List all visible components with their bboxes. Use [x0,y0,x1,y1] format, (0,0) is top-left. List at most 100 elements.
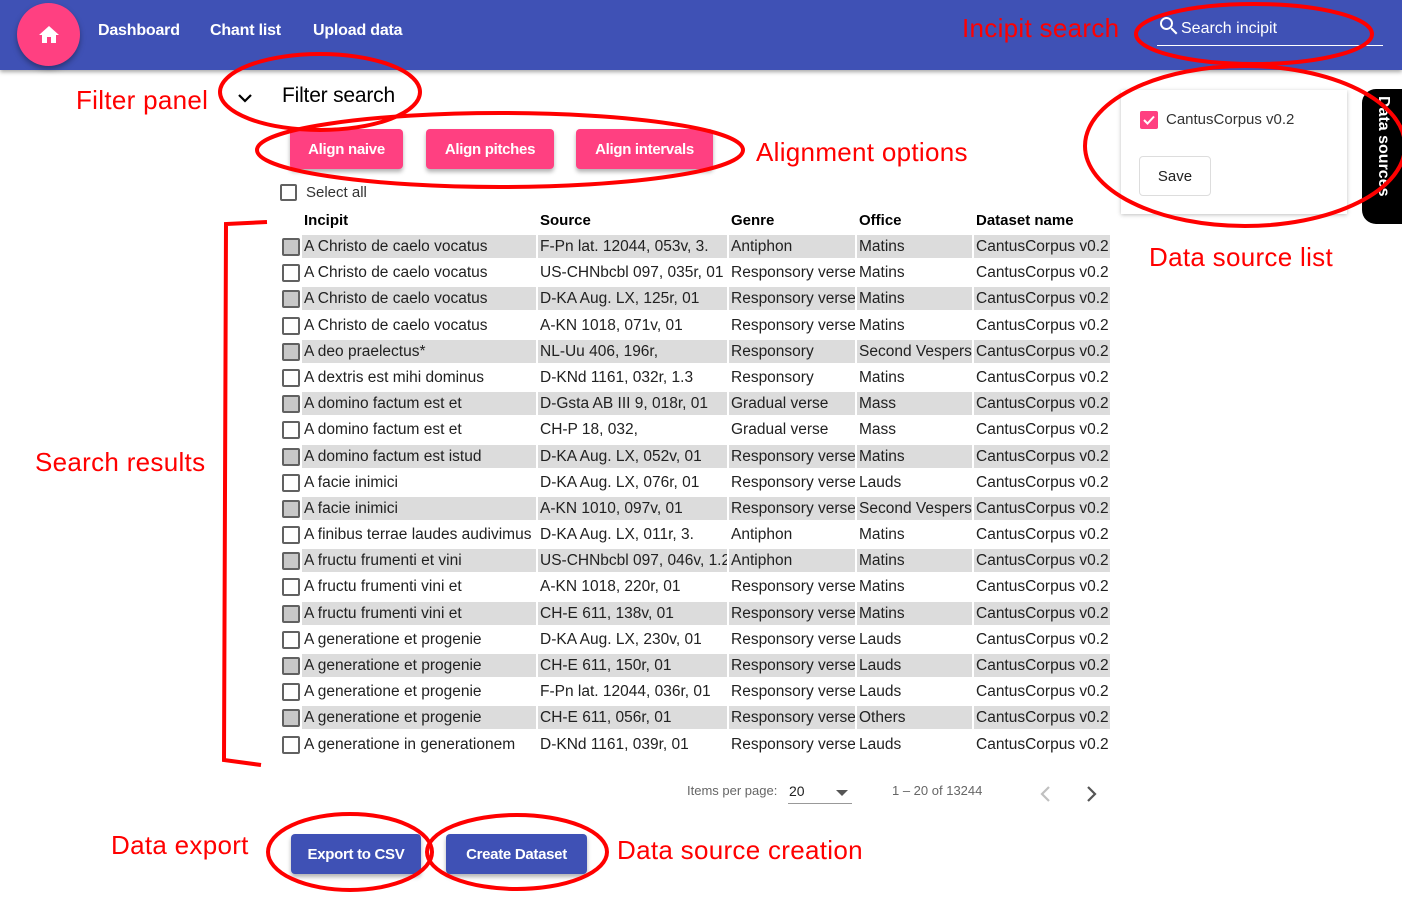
row-checkbox[interactable] [282,342,300,361]
table-row[interactable]: A Christo de caelo vocatus US-CHNbcbl 097… [280,260,1110,286]
table-row[interactable]: A Christo de caelo vocatus D-KA Aug. LX, … [280,286,1110,312]
cell-source: CH-P 18, 032, [540,421,638,439]
cell-dataset-name: CantusCorpus v0.2 [974,496,1110,520]
cell-source: D-Gsta AB III 9, 018r, 01 [538,392,727,416]
cell-office: Lauds [859,735,902,753]
cell-incipit: A finibus terrae laudes audivimus [304,526,532,544]
row-checkbox[interactable] [282,604,300,623]
table-header: Incipit Source Genre Office Dataset name [280,210,1110,234]
select-all-checkbox[interactable] [280,184,297,201]
row-checkbox[interactable] [282,499,300,518]
row-checkbox[interactable] [282,395,300,414]
create-dataset-button[interactable]: Create Dataset [446,834,587,874]
cell-incipit: A dextris est mihi dominus [304,368,485,386]
row-checkbox[interactable] [282,473,300,492]
table-row[interactable]: A facie inimici A-KN 1010, 097v, 01 Respon… [280,496,1110,522]
cell-source: F-Pn lat. 12044, 053v, 3. [538,235,727,258]
chevron-left-icon[interactable] [1039,785,1053,803]
save-sources-button[interactable]: Save [1139,156,1211,196]
row-checkbox[interactable] [282,578,300,597]
filter-search-title[interactable]: Filter search [282,84,395,108]
row-checkbox[interactable] [282,526,300,545]
row-checkbox[interactable] [282,630,300,649]
row-checkbox[interactable] [282,657,300,675]
table-row[interactable]: A fructu frumenti et vini US-CHNbcbl 097,… [280,548,1110,574]
row-checkbox[interactable] [282,421,300,440]
cell-genre: Responsory verse [731,630,855,648]
incipit-search-box [1157,12,1383,46]
table-row[interactable]: A generatione et progenie D-KA Aug. LX, 2… [280,627,1110,653]
home-button[interactable] [17,3,80,66]
results-table: Incipit Source Genre Office Dataset name… [280,210,1110,758]
table-row[interactable]: A fructu frumenti vini et A-KN 1018, 220r… [280,574,1110,600]
table-row[interactable]: A fructu frumenti vini et CH-E 611, 138v,… [280,601,1110,627]
column-header-dataset-name[interactable]: Dataset name [976,212,1074,229]
cell-genre: Responsory verse [729,496,855,520]
row-checkbox[interactable] [282,264,300,283]
table-row[interactable]: A facie inimici D-KA Aug. LX, 076r, 01 Res… [280,470,1110,496]
cell-incipit: A facie inimici [302,496,536,520]
align-intervals-button[interactable]: Align intervals [576,129,713,169]
column-header-office[interactable]: Office [859,212,902,229]
cell-dataset-name: CantusCorpus v0.2 [974,339,1110,363]
cell-source: A-KN 1010, 097v, 01 [538,496,727,520]
nav-chant-list[interactable]: Chant list [210,22,281,40]
table-row[interactable]: A domino factum est et CH-P 18, 032, Gradu… [280,417,1110,443]
row-checkbox[interactable] [282,238,300,256]
cell-genre: Responsory verse [731,578,855,596]
cell-office: Matins [857,287,972,311]
table-row[interactable]: A finibus terrae laudes audivimus D-KA Au… [280,522,1110,548]
cell-office: Matins [859,264,905,282]
column-header-incipit[interactable]: Incipit [304,212,348,229]
row-checkbox[interactable] [282,709,300,728]
export-csv-button[interactable]: Export to CSV [291,834,421,874]
cell-genre: Responsory [731,368,814,386]
cell-source: CH-E 611, 056r, 01 [538,706,727,730]
align-naive-button[interactable]: Align naive [290,129,403,169]
incipit-search-input[interactable] [1181,20,1381,38]
row-checkbox[interactable] [282,447,300,466]
cell-dataset-name: CantusCorpus v0.2 [974,235,1110,258]
cell-dataset-name: CantusCorpus v0.2 [976,683,1109,701]
table-row[interactable]: A generatione et progenie F-Pn lat. 12044… [280,679,1110,705]
table-row[interactable]: A Christo de caelo vocatus F-Pn lat. 1204… [280,234,1110,260]
cell-incipit: A Christo de caelo vocatus [304,264,488,282]
table-row[interactable]: A domino factum est istud D-KA Aug. LX, 0… [280,444,1110,470]
column-header-source[interactable]: Source [540,212,591,229]
cell-genre: Gradual verse [731,421,829,439]
table-row[interactable]: A domino factum est et D-Gsta AB III 9, 0… [280,391,1110,417]
table-row[interactable]: A generatione et progenie CH-E 611, 056r,… [280,705,1110,731]
table-row[interactable]: A generatione in generationem D-KNd 1161,… [280,732,1110,758]
cell-dataset-name: CantusCorpus v0.2 [976,264,1109,282]
cell-source: D-KA Aug. LX, 011r, 3. [540,526,694,544]
cell-dataset-name: CantusCorpus v0.2 [974,287,1110,311]
chevron-down-icon[interactable] [237,90,253,106]
nav-dashboard[interactable]: Dashboard [98,22,180,40]
select-all[interactable]: Select all [280,184,367,201]
source-checkbox-checked[interactable] [1140,111,1158,129]
cell-genre: Responsory verse [731,473,855,491]
row-checkbox[interactable] [282,316,300,335]
cell-office: Matins [857,549,972,573]
row-checkbox[interactable] [282,552,300,571]
cell-dataset-name: CantusCorpus v0.2 [976,473,1109,491]
annotation-filter-panel: Filter panel [76,85,209,115]
table-row[interactable]: A Christo de caelo vocatus A-KN 1018, 071… [280,313,1110,339]
row-checkbox[interactable] [282,368,300,387]
cell-office: Lauds [859,473,902,491]
table-row[interactable]: A deo praelectus* NL-Uu 406, 196r, Respons… [280,339,1110,365]
chevron-right-icon[interactable] [1084,785,1098,803]
page-size-select[interactable]: 20 [788,782,852,804]
check-icon [1143,115,1155,125]
row-checkbox[interactable] [282,683,300,702]
table-row[interactable]: A generatione et progenie CH-E 611, 150r,… [280,653,1110,679]
column-header-genre[interactable]: Genre [731,212,774,229]
cell-genre: Responsory verse [729,444,855,468]
row-checkbox[interactable] [282,290,300,309]
align-pitches-button[interactable]: Align pitches [426,129,554,169]
table-row[interactable]: A dextris est mihi dominus D-KNd 1161, 03… [280,365,1110,391]
row-checkbox[interactable] [282,735,300,754]
cell-office: Matins [857,235,972,258]
cell-incipit: A domino factum est istud [302,444,536,468]
nav-upload-data[interactable]: Upload data [313,22,403,40]
